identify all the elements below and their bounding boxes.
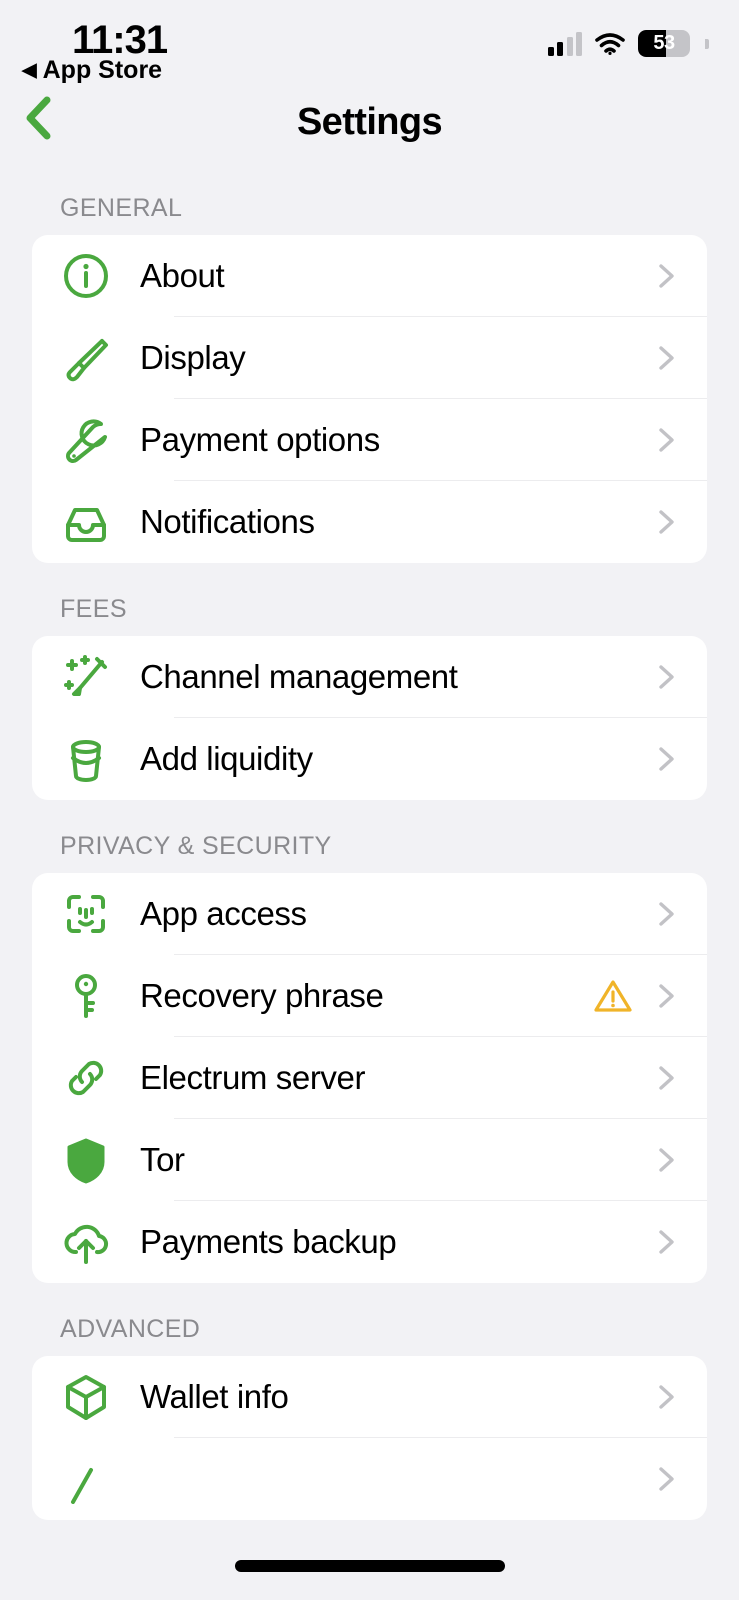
settings-row[interactable]: Channel management <box>32 636 707 718</box>
row-icon <box>32 889 140 939</box>
partial-icon <box>71 1468 93 1504</box>
row-label: Electrum server <box>140 1059 366 1096</box>
nav-bar: Settings <box>0 92 739 170</box>
face-id-icon <box>67 895 105 933</box>
row-label: Payment options <box>140 421 380 458</box>
chevron-right-icon <box>659 1066 674 1090</box>
battery-tip <box>705 38 709 49</box>
chevron-right-icon <box>659 1148 674 1172</box>
status-bar: 11:31 ◀ App Store 53 <box>0 0 739 92</box>
chevron-right-icon <box>659 264 674 288</box>
shield-icon <box>67 1138 105 1184</box>
row-label: App access <box>140 895 307 932</box>
settings-row[interactable]: Payments backup <box>32 1201 707 1283</box>
settings-row[interactable]: Recovery phrase <box>32 955 707 1037</box>
row-icon <box>32 497 140 547</box>
settings-sections: GENERAL About Display Payment options Notifi… <box>0 170 739 1520</box>
chevron-right-icon <box>659 747 674 771</box>
settings-card: Channel management Add liquidity <box>32 636 707 800</box>
row-label: Wallet info <box>140 1378 289 1415</box>
wifi-icon <box>595 32 625 55</box>
wrench-icon <box>66 419 107 463</box>
settings-section: PRIVACY & SECURITY App access Recovery phr… <box>0 808 739 1283</box>
row-label: Display <box>140 339 246 376</box>
row-icon <box>32 971 140 1021</box>
settings-section: GENERAL About Display Payment options Notifi… <box>0 170 739 563</box>
home-indicator <box>234 1560 505 1572</box>
settings-row[interactable]: Add liquidity <box>32 718 707 800</box>
settings-row[interactable]: Tor <box>32 1119 707 1201</box>
back-button[interactable] <box>10 90 66 146</box>
row-icon <box>32 415 140 465</box>
chevron-right-icon <box>659 665 674 689</box>
row-icon <box>32 333 140 383</box>
row-icon <box>32 734 140 784</box>
settings-row[interactable]: About <box>32 235 707 317</box>
settings-card: App access Recovery phrase Electrum server… <box>32 873 707 1283</box>
chevron-right-icon <box>659 984 674 1008</box>
paintbrush-icon <box>66 339 108 382</box>
return-to-app-store[interactable]: ◀ App Store <box>22 56 162 85</box>
settings-section: ADVANCED Wallet info <box>0 1291 739 1520</box>
row-icon <box>32 251 140 301</box>
section-header: ADVANCED <box>60 1315 201 1343</box>
settings-row[interactable]: Payment options <box>32 399 707 481</box>
return-app-label: App Store <box>42 56 163 84</box>
battery-icon: 53 <box>638 30 690 57</box>
settings-section: FEES Channel management Add liquidity <box>0 571 739 800</box>
key-icon <box>75 974 97 1018</box>
row-label: Tor <box>140 1141 185 1178</box>
row-label: Recovery phrase <box>140 977 384 1014</box>
row-icon <box>32 1217 140 1267</box>
battery-percent: 53 <box>653 32 675 54</box>
chevron-right-icon <box>659 1467 674 1491</box>
row-icon <box>32 1372 140 1422</box>
settings-screen: 11:31 ◀ App Store 53 Settings GENERAL Ab… <box>0 0 739 1600</box>
settings-row[interactable] <box>32 1438 707 1520</box>
page-title: Settings <box>296 101 443 143</box>
info-circle-icon <box>64 254 108 298</box>
settings-row[interactable]: Wallet info <box>32 1356 707 1438</box>
row-icon <box>32 1135 140 1185</box>
cube-icon <box>66 1375 106 1420</box>
settings-row[interactable]: Display <box>32 317 707 399</box>
cellular-signal-icon <box>547 31 582 56</box>
chevron-right-icon <box>659 510 674 534</box>
inbox-tray-icon <box>66 508 106 542</box>
chevron-right-icon <box>659 1230 674 1254</box>
cloud-upload-icon <box>64 1224 109 1264</box>
settings-card: Wallet info <box>32 1356 707 1520</box>
settings-card: About Display Payment options Notifications <box>32 235 707 563</box>
row-label: Payments backup <box>140 1223 397 1260</box>
settings-row[interactable]: App access <box>32 873 707 955</box>
chevron-left-icon <box>26 96 51 140</box>
back-triangle-icon: ◀ <box>22 60 37 81</box>
chain-link-icon <box>68 1060 104 1096</box>
row-label: Channel management <box>140 658 458 695</box>
row-label: About <box>140 257 225 294</box>
settings-row[interactable]: Electrum server <box>32 1037 707 1119</box>
row-icon <box>32 652 140 702</box>
row-label: Notifications <box>140 503 315 540</box>
status-indicators: 53 <box>547 30 709 57</box>
warning-triangle-icon <box>594 980 632 1012</box>
row-icon <box>32 1454 140 1504</box>
bucket-icon <box>71 740 101 782</box>
section-header: FEES <box>60 595 127 623</box>
magic-wand-icon <box>64 655 107 696</box>
section-header: GENERAL <box>60 194 183 222</box>
chevron-right-icon <box>659 1385 674 1409</box>
row-label: Add liquidity <box>140 740 313 777</box>
chevron-right-icon <box>659 902 674 926</box>
chevron-right-icon <box>659 346 674 370</box>
chevron-right-icon <box>659 428 674 452</box>
row-icon <box>32 1053 140 1103</box>
section-header: PRIVACY & SECURITY <box>60 832 332 860</box>
settings-row[interactable]: Notifications <box>32 481 707 563</box>
